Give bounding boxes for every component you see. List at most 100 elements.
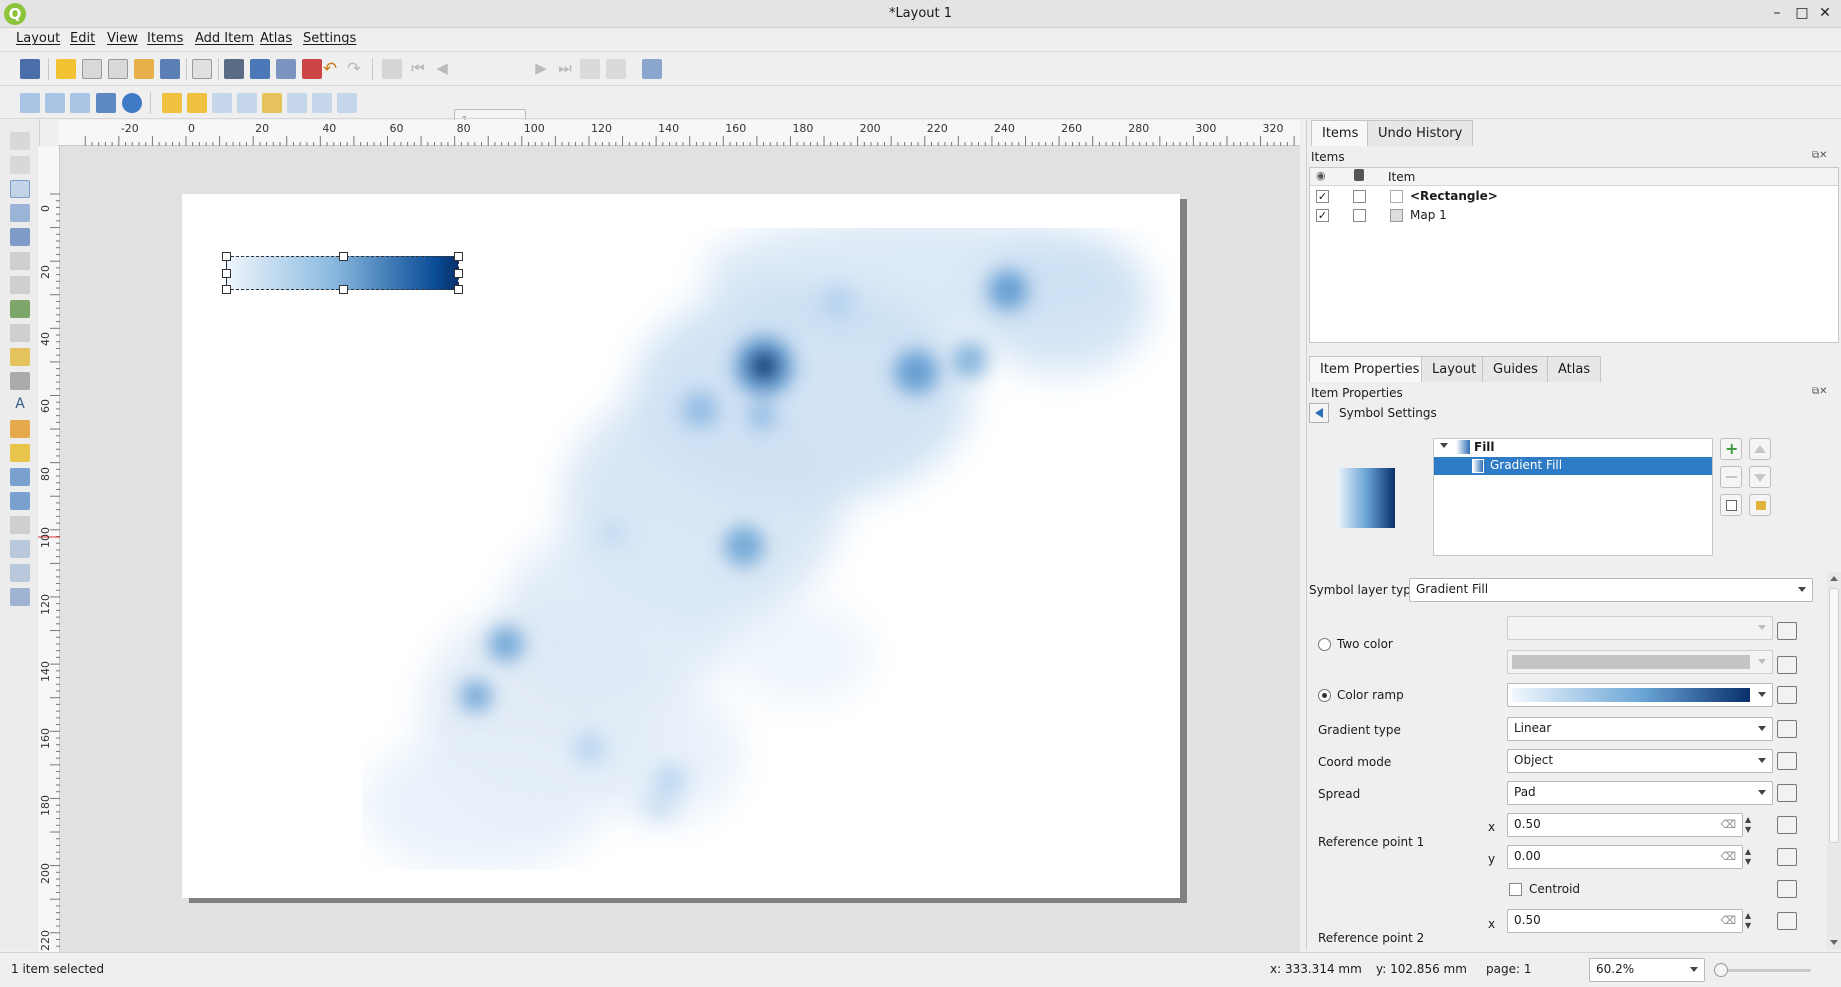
data-defined-override-icon[interactable] xyxy=(1777,880,1797,898)
properties-scrollbar[interactable] xyxy=(1827,572,1841,950)
layout-manager-icon[interactable] xyxy=(108,59,128,79)
resize-handle[interactable] xyxy=(222,285,231,294)
export-svg-icon[interactable] xyxy=(276,59,296,79)
atlas-settings-icon[interactable] xyxy=(642,59,662,79)
scroll-down-icon[interactable] xyxy=(1830,940,1838,945)
edit-nodes-icon[interactable] xyxy=(10,228,30,246)
menu-add-item[interactable]: Add Item xyxy=(195,31,254,46)
rp2-x-spinner[interactable]: ▲ ▼ xyxy=(1745,911,1751,931)
maximize-button[interactable]: □ xyxy=(1793,4,1811,22)
clear-icon[interactable]: ⌫ xyxy=(1720,818,1736,831)
tab-items[interactable]: Items xyxy=(1311,120,1370,146)
add-page-icon[interactable] xyxy=(10,252,30,270)
layout-page[interactable] xyxy=(182,194,1180,898)
menu-view[interactable]: View xyxy=(107,31,138,46)
duplicate-layer-button[interactable] xyxy=(1720,494,1742,516)
export-atlas-icon[interactable] xyxy=(606,59,626,79)
resize-handle[interactable] xyxy=(454,285,463,294)
zoom-out-icon[interactable] xyxy=(45,93,65,113)
data-defined-override-icon[interactable] xyxy=(1777,686,1797,704)
atlas-preview-icon[interactable] xyxy=(382,59,402,79)
data-defined-override-icon[interactable] xyxy=(1777,720,1797,738)
next-feature-icon[interactable]: ▶ xyxy=(531,59,551,79)
rp1-y-input[interactable]: 0.00 ⌫ xyxy=(1507,845,1743,869)
clear-icon[interactable]: ⌫ xyxy=(1720,850,1736,863)
data-defined-override-icon[interactable] xyxy=(1777,848,1797,866)
scroll-up-icon[interactable] xyxy=(1830,576,1838,581)
save-icon[interactable] xyxy=(20,59,40,79)
lock-items-icon[interactable] xyxy=(337,93,357,113)
resize-handle[interactable] xyxy=(339,285,348,294)
undo-icon[interactable]: ↶ xyxy=(320,59,340,79)
tab-layout[interactable]: Layout xyxy=(1421,356,1488,382)
symbol-layer-type-select[interactable]: Gradient Fill xyxy=(1409,578,1813,602)
color-ramp-button[interactable] xyxy=(1507,683,1773,707)
coord-mode-select[interactable]: Object xyxy=(1507,749,1773,773)
resize-handle[interactable] xyxy=(222,269,231,278)
map-1-heatmap[interactable] xyxy=(182,194,1180,898)
tab-guides[interactable]: Guides xyxy=(1482,356,1549,382)
items-tree[interactable]: ◉ Item ✓ <Rectangle> ✓ Map 1 xyxy=(1309,167,1839,343)
two-color-radio[interactable] xyxy=(1318,638,1331,651)
data-defined-override-icon[interactable] xyxy=(1777,622,1797,640)
zoom-combo[interactable]: 60.2% xyxy=(1589,958,1705,982)
tab-undo-history[interactable]: Undo History xyxy=(1367,120,1474,146)
resize-handle[interactable] xyxy=(454,252,463,261)
expand-icon[interactable] xyxy=(1440,443,1448,448)
open-template-icon[interactable] xyxy=(134,59,154,79)
spread-select[interactable]: Pad xyxy=(1507,781,1773,805)
lock-checkbox[interactable] xyxy=(1353,190,1366,203)
resize-handle[interactable] xyxy=(222,252,231,261)
add-legend-icon[interactable] xyxy=(10,348,30,366)
add-shape-icon[interactable] xyxy=(10,420,30,438)
select-tool-icon[interactable] xyxy=(10,180,30,198)
rp2-x-input[interactable]: 0.50 ⌫ xyxy=(1507,909,1743,933)
add-html-icon[interactable] xyxy=(10,540,30,558)
scrollbar-thumb[interactable] xyxy=(1829,588,1839,843)
resize-handle[interactable] xyxy=(454,269,463,278)
gradient-type-select[interactable]: Linear xyxy=(1507,717,1773,741)
float-icon[interactable]: ⧉✕ xyxy=(1812,150,1828,161)
add-marker-icon[interactable] xyxy=(10,444,30,462)
item-row-map[interactable]: ✓ Map 1 xyxy=(1310,206,1838,225)
previous-feature-icon[interactable]: ◀ xyxy=(432,59,452,79)
zoom-full-icon[interactable] xyxy=(96,93,116,113)
raise-icon[interactable] xyxy=(162,93,182,113)
group-icon[interactable] xyxy=(212,93,232,113)
lock-checkbox[interactable] xyxy=(1353,209,1366,222)
add-map-icon[interactable] xyxy=(10,276,30,294)
data-defined-override-icon[interactable] xyxy=(1777,816,1797,834)
data-defined-override-icon[interactable] xyxy=(1777,784,1797,802)
add-table-icon[interactable] xyxy=(10,516,30,534)
resize-handle[interactable] xyxy=(339,252,348,261)
last-feature-icon[interactable]: ⏭ xyxy=(555,59,575,79)
zoom-tool-icon[interactable] xyxy=(10,156,30,174)
add-elevation-profile-icon[interactable] xyxy=(10,588,30,606)
add-polyline-icon[interactable] xyxy=(10,468,30,486)
new-layout-icon[interactable] xyxy=(56,59,76,79)
menu-layout[interactable]: Layout xyxy=(16,31,60,46)
visibility-checkbox[interactable]: ✓ xyxy=(1316,190,1329,203)
lower-icon[interactable] xyxy=(187,93,207,113)
zoom-actual-icon[interactable] xyxy=(70,93,90,113)
back-button[interactable] xyxy=(1309,403,1329,423)
color-ramp-radio[interactable] xyxy=(1318,689,1331,702)
tab-item-properties[interactable]: Item Properties xyxy=(1309,356,1431,382)
duplicate-layout-icon[interactable] xyxy=(82,59,102,79)
print-atlas-icon[interactable] xyxy=(580,59,600,79)
float-icon[interactable]: ⧉✕ xyxy=(1812,386,1828,397)
minimize-button[interactable]: – xyxy=(1768,4,1786,22)
data-defined-override-icon[interactable] xyxy=(1777,656,1797,674)
rp1-y-spinner[interactable]: ▲ ▼ xyxy=(1745,847,1751,867)
add-picture-icon[interactable] xyxy=(10,300,30,318)
print-icon[interactable] xyxy=(224,59,244,79)
add-scalebar-icon[interactable] xyxy=(10,372,30,390)
first-feature-icon[interactable]: ⏮ xyxy=(408,59,428,79)
move-content-icon[interactable] xyxy=(10,204,30,222)
color-1-button[interactable] xyxy=(1507,616,1773,640)
zoom-slider-handle[interactable] xyxy=(1714,963,1728,977)
refresh-icon[interactable] xyxy=(122,93,142,113)
clear-icon[interactable]: ⌫ xyxy=(1720,914,1736,927)
export-pdf-icon[interactable] xyxy=(302,59,322,79)
add-attribute-table-icon[interactable] xyxy=(10,564,30,582)
